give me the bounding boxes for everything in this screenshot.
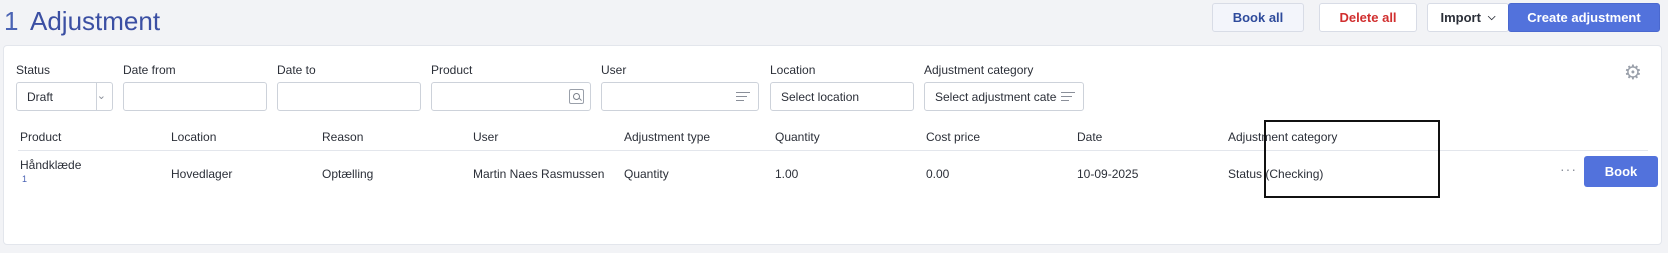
status-value: Draft (27, 89, 54, 104)
list-icon (1061, 92, 1075, 102)
list-icon (736, 92, 750, 102)
adjustment-category-label: Adjustment category (924, 63, 1034, 77)
date-from-input[interactable] (123, 82, 267, 111)
location-label: Location (770, 63, 816, 77)
create-adjustment-button[interactable]: Create adjustment (1508, 3, 1660, 32)
page-title: Adjustment (30, 6, 161, 36)
cell-cost-price: 0.00 (926, 167, 950, 181)
chevron-down-icon: ⌵ (1487, 12, 1496, 23)
status-select[interactable]: Draft ⌄ (16, 82, 113, 111)
location-select[interactable]: Select location (770, 82, 914, 111)
book-all-button[interactable]: Book all (1212, 3, 1304, 32)
top-bar: 1 Adjustment Book all Delete all Import … (0, 0, 1668, 44)
cell-adjustment-type: Quantity (624, 167, 669, 181)
cell-product-sub: 1 (22, 174, 28, 184)
column-header-product: Product (20, 130, 62, 144)
column-header-user: User (473, 130, 499, 144)
column-header-date: Date (1077, 130, 1103, 144)
cell-date: 10-09-2025 (1077, 167, 1139, 181)
location-value: Select location (781, 89, 860, 104)
column-header-reason: Reason (322, 130, 364, 144)
search-icon[interactable] (569, 89, 584, 104)
highlight-box (1264, 120, 1440, 198)
product-label: Product (431, 63, 473, 77)
product-input[interactable] (431, 82, 591, 111)
delete-all-button[interactable]: Delete all (1319, 3, 1417, 32)
column-header-quantity: Quantity (775, 130, 820, 144)
cell-reason: Optælling (322, 167, 374, 181)
result-count: 1 (4, 6, 19, 36)
date-to-label: Date to (277, 63, 316, 77)
import-label: Import (1440, 10, 1481, 25)
date-to-input[interactable] (277, 82, 421, 111)
cell-user: Martin Naes Rasmussen (473, 167, 605, 181)
column-header-cost-price: Cost price (926, 130, 981, 144)
user-label: User (601, 63, 627, 77)
adjustment-category-select[interactable]: Select adjustment category (924, 82, 1084, 111)
cell-product[interactable]: Håndklæde (20, 158, 81, 172)
chevron-down-icon: ⌄ (96, 90, 106, 102)
gear-icon[interactable]: ⚙ (1624, 60, 1642, 85)
cell-location: Hovedlager (171, 167, 233, 181)
more-icon[interactable]: ··· (1560, 161, 1577, 177)
adjustment-category-value: Select adjustment category (935, 89, 1057, 104)
book-button[interactable]: Book (1584, 156, 1658, 187)
date-from-label: Date from (123, 63, 176, 77)
column-header-location: Location (171, 130, 217, 144)
user-select[interactable] (601, 82, 759, 111)
status-label: Status (16, 63, 51, 77)
import-button[interactable]: Import ⌵ (1427, 3, 1509, 32)
cell-quantity: 1.00 (775, 167, 799, 181)
column-header-adjustment-type: Adjustment type (624, 130, 711, 144)
